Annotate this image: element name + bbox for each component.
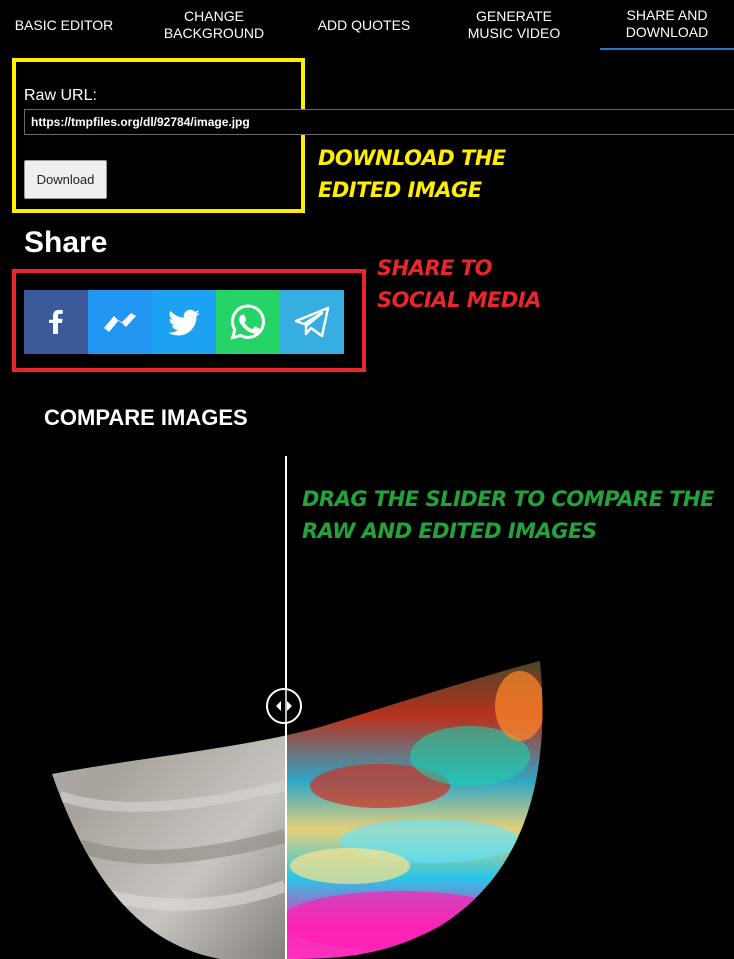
social-share-buttons: [24, 290, 344, 354]
download-annotation: DOWNLOAD THE EDITED IMAGE: [318, 146, 506, 202]
share-heading: Share: [24, 226, 108, 259]
messenger-share-button[interactable]: [88, 290, 152, 354]
share-annotation: SHARE TO SOCIAL MEDIA: [377, 256, 541, 312]
tab-basic-editor[interactable]: BASIC EDITOR: [0, 0, 128, 50]
tab-share-and-download[interactable]: SHARE AND DOWNLOAD: [600, 0, 734, 50]
raw-url-field[interactable]: [24, 109, 734, 135]
whatsapp-share-button[interactable]: [216, 290, 280, 354]
tab-generate-music-video[interactable]: GENERATE MUSIC VIDEO: [428, 0, 600, 50]
left-right-arrows-icon: [276, 701, 292, 711]
whatsapp-icon: [230, 304, 266, 340]
compare-slider-handle[interactable]: [266, 688, 302, 724]
compare-annotation: DRAG THE SLIDER TO COMPARE THE RAW AND E…: [302, 487, 714, 543]
raw-url-label: Raw URL:: [24, 87, 97, 104]
messenger-icon: [104, 313, 136, 332]
twitter-icon: [168, 309, 200, 336]
facebook-icon: [49, 309, 63, 334]
download-button[interactable]: Download: [24, 160, 107, 199]
tab-bar: BASIC EDITOR CHANGE BACKGROUND ADD QUOTE…: [0, 0, 734, 50]
tab-change-background[interactable]: CHANGE BACKGROUND: [128, 0, 300, 50]
telegram-icon: [294, 306, 330, 338]
tab-add-quotes[interactable]: ADD QUOTES: [300, 0, 428, 50]
compare-images-heading: COMPARE IMAGES: [44, 405, 248, 430]
twitter-share-button[interactable]: [152, 290, 216, 354]
telegram-share-button[interactable]: [280, 290, 344, 354]
facebook-share-button[interactable]: [24, 290, 88, 354]
